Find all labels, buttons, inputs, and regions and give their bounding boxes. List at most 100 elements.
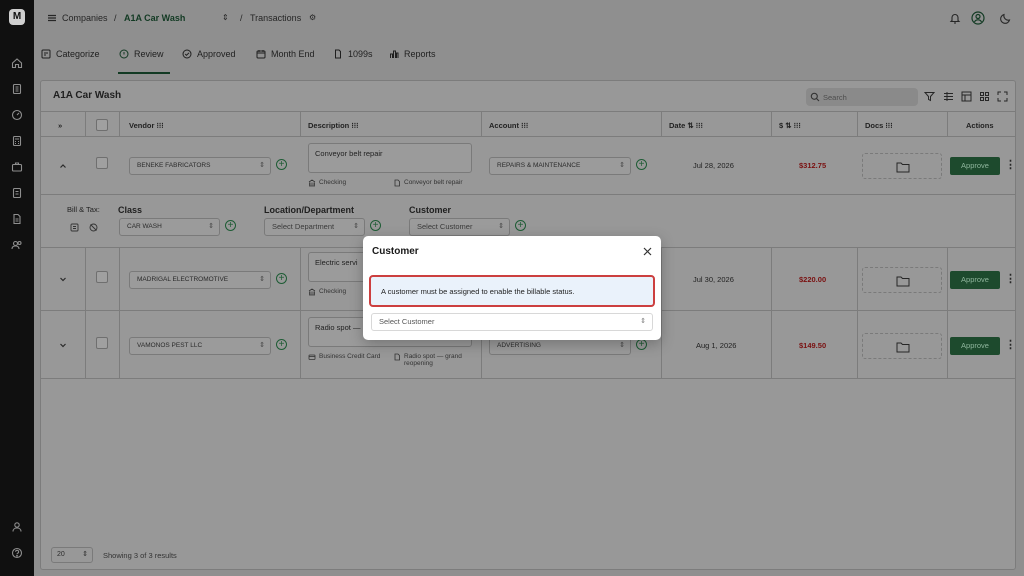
table-icon[interactable]: [961, 91, 972, 102]
taxable-off-icon[interactable]: [89, 223, 98, 232]
column-divider: [771, 248, 772, 312]
tab-review[interactable]: Review: [119, 49, 164, 59]
folder-icon: [896, 342, 910, 353]
vendor-select[interactable]: MADRIGAL ELECTROMOTIVE ⇕: [129, 271, 271, 289]
class-select[interactable]: CAR WASH ⇕: [119, 218, 220, 236]
company-selector[interactable]: A1A Car Wash: [124, 13, 185, 23]
select-all-checkbox[interactable]: [96, 119, 108, 131]
location-label: Location/Department: [264, 205, 355, 215]
briefcase-icon[interactable]: [11, 161, 23, 173]
document-icon[interactable]: [11, 187, 23, 199]
description-input[interactable]: Conveyor belt repair: [308, 143, 472, 173]
column-divider: [857, 311, 858, 379]
profile-icon[interactable]: [971, 11, 985, 25]
vendor-select[interactable]: VAMONOS PEST LLC ⇕: [129, 337, 271, 355]
calculator-icon[interactable]: [11, 135, 23, 147]
more-icon[interactable]: ⋮: [1005, 159, 1016, 171]
modal-customer-select[interactable]: Select Customer ⇕: [371, 313, 653, 331]
add-department-icon[interactable]: +: [370, 220, 381, 231]
chevron-updown-icon: ⇕: [619, 342, 625, 349]
add-class-icon[interactable]: +: [225, 220, 236, 231]
tab-bar: Categorize Review Approved Month End 109…: [34, 36, 1024, 74]
gauge-icon[interactable]: [11, 109, 23, 121]
row-checkbox[interactable]: [96, 337, 108, 349]
column-description[interactable]: Description ⁝⁝⁝: [308, 121, 359, 130]
chevron-updown-icon[interactable]: ⇕: [222, 13, 229, 22]
payment-account: Checking: [308, 288, 346, 296]
approve-button[interactable]: Approve: [950, 337, 1000, 355]
moon-icon[interactable]: [999, 11, 1013, 25]
add-customer-icon[interactable]: +: [515, 220, 526, 231]
bell-icon[interactable]: [948, 11, 962, 25]
column-docs[interactable]: Docs ⁝⁝⁝: [865, 121, 893, 130]
chevron-updown-icon: ⇕: [208, 223, 214, 230]
approve-button[interactable]: Approve: [950, 271, 1000, 289]
app-logo[interactable]: M: [9, 9, 25, 25]
add-vendor-icon[interactable]: +: [276, 273, 287, 284]
column-divider: [119, 111, 120, 137]
column-divider: [119, 248, 120, 312]
user-icon[interactable]: [11, 521, 23, 533]
tab-categorize[interactable]: Categorize: [41, 49, 100, 59]
customer-select[interactable]: Select Customer ⇕: [409, 218, 510, 236]
add-account-icon[interactable]: +: [636, 159, 647, 170]
home-icon[interactable]: [11, 57, 23, 69]
row-checkbox[interactable]: [96, 157, 108, 169]
tab-reports[interactable]: Reports: [389, 49, 436, 59]
memo-label: Conveyor belt repair: [404, 179, 463, 186]
page-size-select[interactable]: 20 ⇕: [51, 547, 93, 563]
column-date[interactable]: Date ⇅ ⁝⁝⁝: [669, 121, 703, 130]
transaction-date: Aug 1, 2026: [696, 341, 737, 350]
close-icon[interactable]: [643, 247, 652, 256]
chevron-up-icon[interactable]: [58, 161, 68, 171]
row-checkbox[interactable]: [96, 271, 108, 283]
docs-dropzone[interactable]: [862, 153, 942, 179]
menu-icon[interactable]: [47, 13, 57, 23]
building-icon[interactable]: [11, 83, 23, 95]
add-vendor-icon[interactable]: +: [276, 339, 287, 350]
folder-icon: [896, 276, 910, 287]
billable-icon[interactable]: [70, 223, 79, 232]
expand-all-toggle[interactable]: »: [58, 121, 62, 130]
chevron-down-icon[interactable]: [58, 274, 68, 284]
column-amount[interactable]: $ ⇅ ⁝⁝⁝: [779, 121, 801, 130]
add-vendor-icon[interactable]: +: [276, 159, 287, 170]
columns-icon[interactable]: [943, 91, 954, 102]
transaction-amount: $312.75: [799, 161, 827, 170]
filter-icon[interactable]: [924, 91, 935, 102]
breadcrumb-page: Transactions: [250, 13, 302, 23]
class-value: CAR WASH: [127, 223, 162, 230]
validation-alert: A customer must be assigned to enable th…: [369, 275, 655, 307]
approve-button[interactable]: Approve: [950, 157, 1000, 175]
department-select[interactable]: Select Department ⇕: [264, 218, 365, 236]
tab-approved[interactable]: Approved: [182, 49, 236, 59]
help-icon[interactable]: [11, 547, 23, 559]
tab-1099s[interactable]: 1099s: [333, 49, 373, 59]
chevron-updown-icon: ⇕: [498, 223, 504, 230]
tab-label: Reports: [404, 49, 436, 59]
column-divider: [85, 111, 86, 137]
account-select[interactable]: REPAIRS & MAINTENANCE ⇕: [489, 157, 631, 175]
chevron-updown-icon: ⇕: [259, 162, 265, 169]
vendor-select[interactable]: BENEKE FABRICATORS ⇕: [129, 157, 271, 175]
table-footer: 20 ⇕ Showing 3 of 3 results: [41, 543, 1015, 569]
add-account-icon[interactable]: +: [636, 339, 647, 350]
column-vendor[interactable]: Vendor ⁝⁝⁝: [129, 121, 164, 130]
fullscreen-icon[interactable]: [997, 91, 1008, 102]
tab-label: 1099s: [348, 49, 373, 59]
more-icon[interactable]: ⋮: [1005, 339, 1016, 351]
column-account[interactable]: Account ⁝⁝⁝: [489, 121, 528, 130]
table-row: BENEKE FABRICATORS ⇕ + Conveyor belt repa…: [41, 137, 1016, 195]
settings-icon[interactable]: ⚙: [309, 13, 316, 22]
docs-dropzone[interactable]: [862, 267, 942, 293]
breadcrumb-companies[interactable]: Companies: [62, 13, 108, 23]
column-divider: [771, 311, 772, 379]
search-input[interactable]: Search: [806, 88, 918, 106]
grid-icon[interactable]: [979, 91, 990, 102]
users-icon[interactable]: [11, 239, 23, 251]
more-icon[interactable]: ⋮: [1005, 273, 1016, 285]
file-text-icon[interactable]: [11, 213, 23, 225]
tab-month-end[interactable]: Month End: [256, 49, 315, 59]
docs-dropzone[interactable]: [862, 333, 942, 359]
chevron-down-icon[interactable]: [58, 340, 68, 350]
